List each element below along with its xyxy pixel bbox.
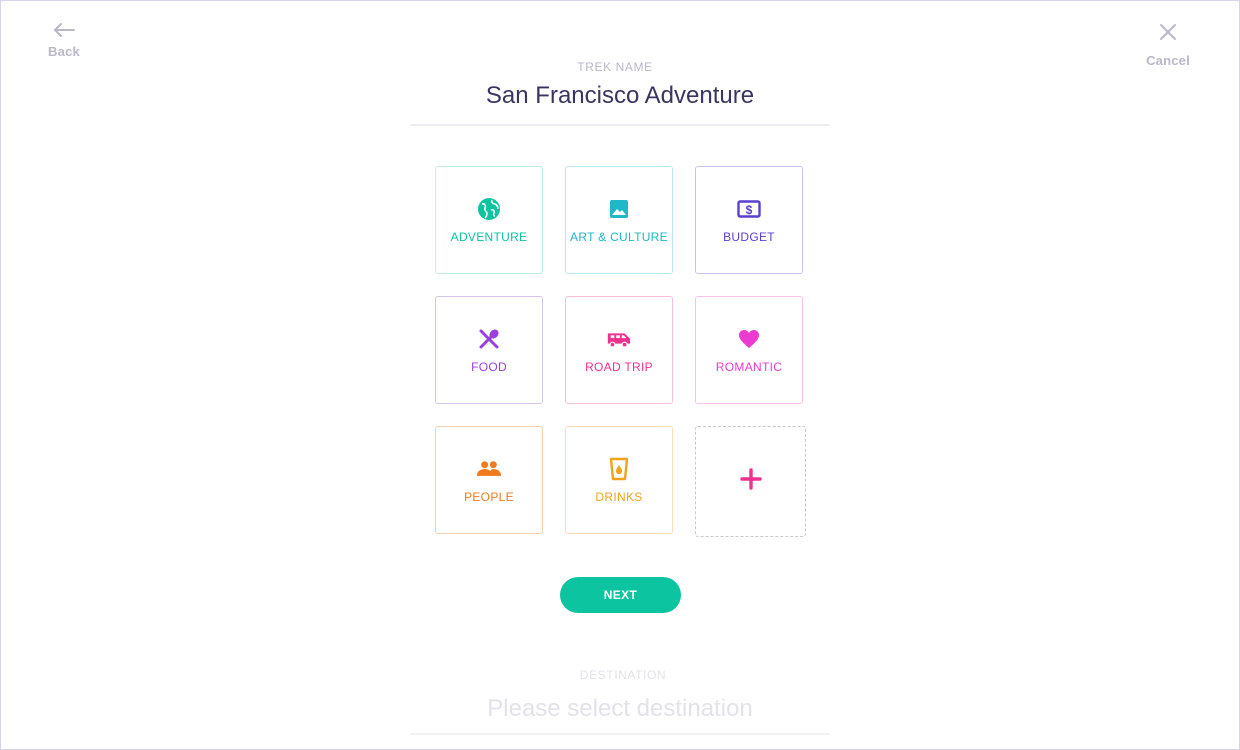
money-icon: $ (736, 196, 762, 222)
category-label: FOOD (471, 360, 507, 374)
category-tile-art-culture[interactable]: ART & CULTURE (565, 166, 673, 274)
category-tile-drinks[interactable]: DRINKS (565, 426, 673, 534)
category-tile-romantic[interactable]: ROMANTIC (695, 296, 803, 404)
destination-input[interactable] (410, 691, 830, 735)
category-tile-food[interactable]: FOOD (435, 296, 543, 404)
category-tile-people[interactable]: PEOPLE (435, 426, 543, 534)
drink-icon (606, 456, 632, 482)
van-icon (606, 326, 632, 352)
back-label: Back (48, 44, 80, 59)
category-label: ART & CULTURE (570, 230, 668, 244)
category-label: BUDGET (723, 230, 775, 244)
close-icon (1158, 22, 1178, 47)
cancel-button[interactable]: Cancel (1138, 22, 1198, 68)
plus-icon (739, 468, 762, 495)
utensils-icon (476, 326, 502, 352)
heart-icon (736, 326, 762, 352)
next-button[interactable]: NEXT (560, 577, 681, 613)
people-icon (476, 456, 502, 482)
arrow-left-icon (52, 22, 76, 38)
category-label: DRINKS (595, 490, 643, 504)
destination-label: DESTINATION (579, 668, 667, 682)
category-label: ROMANTIC (715, 360, 783, 374)
category-tile-adventure[interactable]: ADVENTURE (435, 166, 543, 274)
category-tile-road-trip[interactable]: ROAD TRIP (565, 296, 673, 404)
category-label: ROAD TRIP (585, 360, 653, 374)
trek-name-field[interactable]: San Francisco Adventure (410, 82, 830, 126)
back-button[interactable]: Back (40, 22, 88, 68)
svg-text:$: $ (746, 203, 753, 217)
image-icon (606, 196, 632, 222)
cancel-label: Cancel (1146, 53, 1190, 68)
category-tile-budget[interactable]: $ BUDGET (695, 166, 803, 274)
category-label: ADVENTURE (450, 230, 528, 244)
globe-icon (476, 196, 502, 222)
trek-name-label: TREK NAME (577, 60, 653, 74)
category-label: PEOPLE (464, 490, 514, 504)
add-category-button[interactable] (695, 426, 806, 537)
